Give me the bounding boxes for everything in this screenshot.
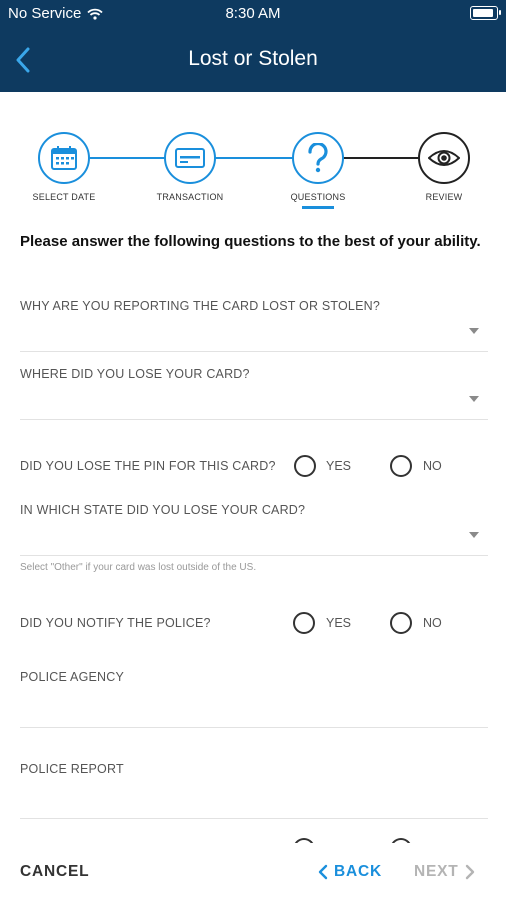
police-agency-underline[interactable]: [20, 727, 488, 728]
back-button[interactable]: BACK: [318, 863, 382, 881]
reason-field-underline: [20, 351, 488, 352]
cancel-button[interactable]: CANCEL: [20, 863, 89, 881]
where-dropdown-arrow-icon[interactable]: [469, 396, 479, 402]
step-label: SELECT DATE: [32, 192, 96, 202]
reason-dropdown-arrow-icon[interactable]: [469, 328, 479, 334]
police-no-radio[interactable]: [390, 612, 412, 634]
police-report-underline[interactable]: [20, 818, 488, 819]
step-select-date[interactable]: SELECT DATE: [4, 132, 124, 202]
chevron-right-icon: [465, 864, 474, 880]
state-helper-text: Select "Other" if your card was lost out…: [20, 562, 257, 573]
pin-yes-label: YES: [326, 459, 352, 473]
state-label: IN WHICH STATE DID YOU LOSE YOUR CARD?: [20, 503, 306, 517]
step-transaction[interactable]: TRANSACTION: [130, 132, 250, 202]
next-button[interactable]: NEXT: [414, 863, 475, 881]
intro-text: Please answer the following questions to…: [20, 233, 481, 250]
battery-icon: [470, 6, 501, 20]
card-icon: [164, 132, 216, 184]
question-icon: [292, 132, 344, 184]
pin-question-label: DID YOU LOSE THE PIN FOR THIS CARD?: [20, 459, 276, 473]
step-label: TRANSACTION: [156, 192, 224, 202]
police-yes-label: YES: [326, 616, 352, 630]
nav-bar: Lost or Stolen: [0, 28, 506, 92]
step-review[interactable]: REVIEW: [384, 132, 504, 202]
pin-no-label: NO: [423, 459, 442, 473]
state-dropdown-arrow-icon[interactable]: [469, 532, 479, 538]
next-label: NEXT: [414, 863, 459, 880]
police-report-label: POLICE REPORT: [20, 762, 124, 776]
police-yes-radio[interactable]: [293, 612, 315, 634]
step-label: QUESTIONS: [290, 192, 346, 202]
where-label: WHERE DID YOU LOSE YOUR CARD?: [20, 367, 250, 381]
calendar-icon: [38, 132, 90, 184]
where-field-underline: [20, 419, 488, 420]
eye-icon: [418, 132, 470, 184]
form-intro: Please answer the following questions to…: [20, 232, 488, 252]
state-field-underline: [20, 555, 488, 556]
police-agency-label: POLICE AGENCY: [20, 670, 125, 684]
chevron-left-icon: [318, 864, 328, 880]
reason-label: WHY ARE YOU REPORTING THE CARD LOST OR S…: [20, 299, 380, 313]
pin-yes-radio[interactable]: [294, 455, 316, 477]
footer-bar: CANCEL BACK NEXT: [0, 843, 506, 900]
page-title: Lost or Stolen: [188, 47, 318, 70]
progress-stepper: SELECT DATE TRANSACTION QUESTIONS REVIEW: [0, 92, 506, 214]
pin-no-radio[interactable]: [390, 455, 412, 477]
status-time: 8:30 AM: [225, 5, 281, 22]
police-no-label: NO: [423, 616, 442, 630]
back-label: BACK: [334, 863, 382, 880]
status-bar: No Service 8:30 AM: [0, 0, 506, 28]
police-question-label: DID YOU NOTIFY THE POLICE?: [20, 616, 211, 630]
step-label: REVIEW: [425, 192, 463, 202]
active-step-indicator: [302, 206, 334, 209]
step-questions[interactable]: QUESTIONS: [258, 132, 378, 209]
